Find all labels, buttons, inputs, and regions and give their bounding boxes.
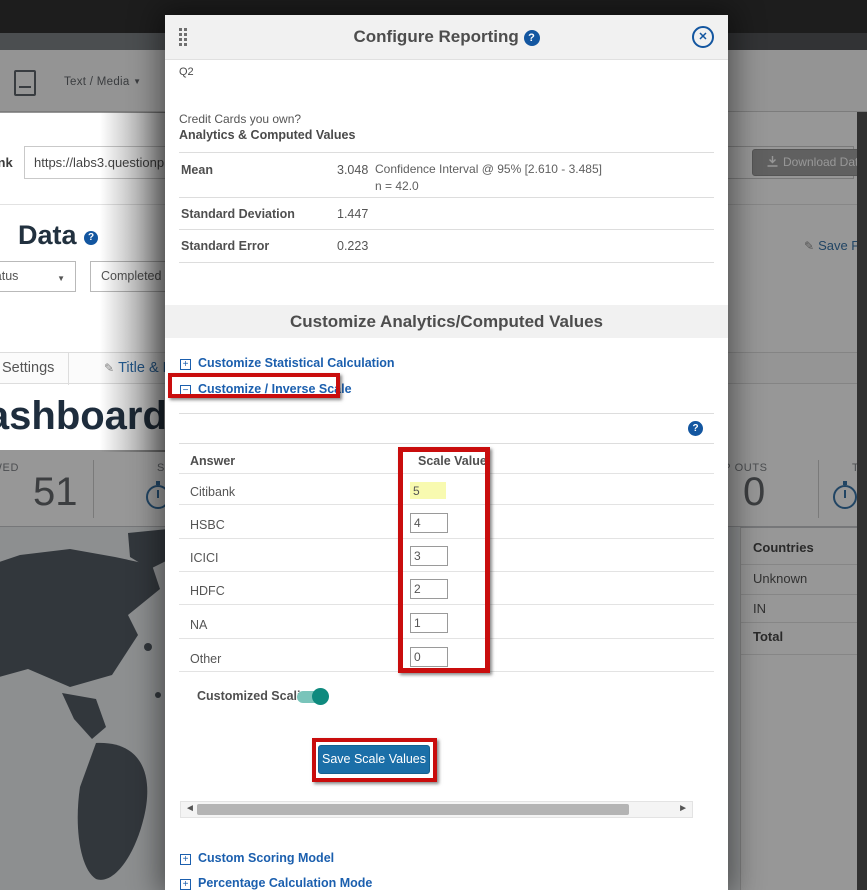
toggle-knob	[312, 688, 329, 705]
page: Text / Media ▼ Link Download Data Data ?…	[0, 0, 867, 890]
row-divider	[179, 671, 714, 672]
answer-label: NA	[190, 618, 207, 632]
table-row: Standard Error 0.223	[179, 229, 714, 263]
row-divider	[179, 638, 714, 639]
row-divider	[179, 604, 714, 605]
link-label: Custom Scoring Model	[198, 851, 334, 865]
expand-icon[interactable]: +	[180, 879, 191, 890]
tab-settings[interactable]: Settings	[2, 360, 54, 376]
row-divider	[179, 538, 714, 539]
customize-section-heading: Customize Analytics/Computed Values	[165, 305, 728, 338]
modal-header[interactable]: Configure Reporting ? ✕	[165, 15, 728, 60]
scale-value-input-hsbc[interactable]	[410, 513, 448, 533]
expand-icon[interactable]: +	[180, 359, 191, 370]
status-value: Status	[0, 269, 18, 283]
analytics-heading: Analytics & Computed Values	[179, 128, 355, 142]
question-code: Q2	[179, 66, 194, 78]
answer-label: Other	[190, 652, 221, 666]
scale-value-input-icici[interactable]	[410, 546, 448, 566]
stat-value: 0.223	[337, 239, 368, 253]
row-divider	[179, 473, 714, 474]
scale-value-input-citibank[interactable]	[410, 482, 446, 499]
stat-value: 1.447	[337, 207, 368, 221]
link-label: Customize / Inverse Scale	[198, 382, 352, 396]
scale-value-input-other[interactable]	[410, 647, 448, 667]
row-divider	[179, 504, 714, 505]
modal-title: Configure Reporting ?	[354, 27, 540, 47]
close-icon[interactable]: ✕	[692, 26, 714, 48]
custom-scoring-model-link[interactable]: + Custom Scoring Model	[180, 851, 334, 865]
scale-value-table: Answer Scale Value Citibank HSBC ICICI H…	[179, 443, 714, 674]
backdrop-overlay	[0, 50, 165, 113]
panel-divider	[179, 413, 714, 414]
answer-label: Citibank	[190, 485, 235, 499]
stat-value: 3.048	[337, 163, 368, 177]
customize-statistical-link[interactable]: + Customize Statistical Calculation	[180, 356, 395, 370]
stat-label: Standard Deviation	[181, 207, 295, 221]
modal-shadow	[100, 112, 165, 452]
tab-divider	[68, 353, 69, 385]
status-dropdown[interactable]: Status ▼	[0, 261, 76, 292]
expand-icon[interactable]: +	[180, 854, 191, 865]
drag-handle-icon[interactable]	[179, 28, 187, 46]
scale-value-input-na[interactable]	[410, 613, 448, 633]
stat-note: n = 42.0	[375, 179, 419, 193]
row-divider	[179, 571, 714, 572]
answer-label: HDFC	[190, 584, 225, 598]
scale-value-input-hdfc[interactable]	[410, 579, 448, 599]
stat-note: Confidence Interval @ 95% [2.610 - 3.485…	[375, 162, 602, 176]
question-text: Credit Cards you own?	[179, 112, 301, 126]
help-icon[interactable]: ?	[84, 231, 98, 245]
scroll-left-icon[interactable]: ◄	[185, 803, 195, 814]
backdrop-overlay	[728, 33, 867, 890]
link-label: Customize Statistical Calculation	[198, 356, 395, 370]
answer-label: HSBC	[190, 518, 225, 532]
scale-value-column-header: Scale Value	[418, 454, 487, 468]
link-label: Link	[0, 155, 13, 170]
table-row: Standard Deviation 1.447	[179, 197, 714, 229]
backdrop-overlay	[0, 450, 165, 890]
help-icon[interactable]: ?	[688, 421, 703, 436]
stat-label: Mean	[181, 163, 213, 177]
chevron-down-icon: ▼	[57, 264, 65, 293]
link-label: Percentage Calculation Mode	[198, 876, 372, 890]
customize-inverse-scale-link[interactable]: −Customize / Inverse Scale	[180, 382, 352, 396]
analytics-table: Mean 3.048 Confidence Interval @ 95% [2.…	[179, 152, 714, 263]
answer-label: ICICI	[190, 551, 218, 565]
percentage-calculation-mode-link[interactable]: + Percentage Calculation Mode	[180, 876, 372, 890]
table-row: Mean 3.048 Confidence Interval @ 95% [2.…	[179, 152, 714, 197]
customized-scaling-toggle[interactable]	[297, 691, 327, 703]
save-scale-values-button[interactable]: Save Scale Values	[318, 745, 430, 774]
help-icon[interactable]: ?	[524, 30, 540, 46]
answer-column-header: Answer	[190, 454, 235, 468]
configure-reporting-modal: Configure Reporting ? ✕ Q2 Credit Cards …	[165, 15, 728, 890]
scrollbar-thumb[interactable]	[197, 804, 629, 815]
horizontal-scrollbar[interactable]: ◄ ►	[180, 801, 693, 818]
scroll-right-icon[interactable]: ►	[678, 803, 688, 814]
data-page-title: Data ?	[18, 220, 98, 251]
collapse-icon[interactable]: −	[180, 385, 191, 396]
stat-label: Standard Error	[181, 239, 269, 253]
